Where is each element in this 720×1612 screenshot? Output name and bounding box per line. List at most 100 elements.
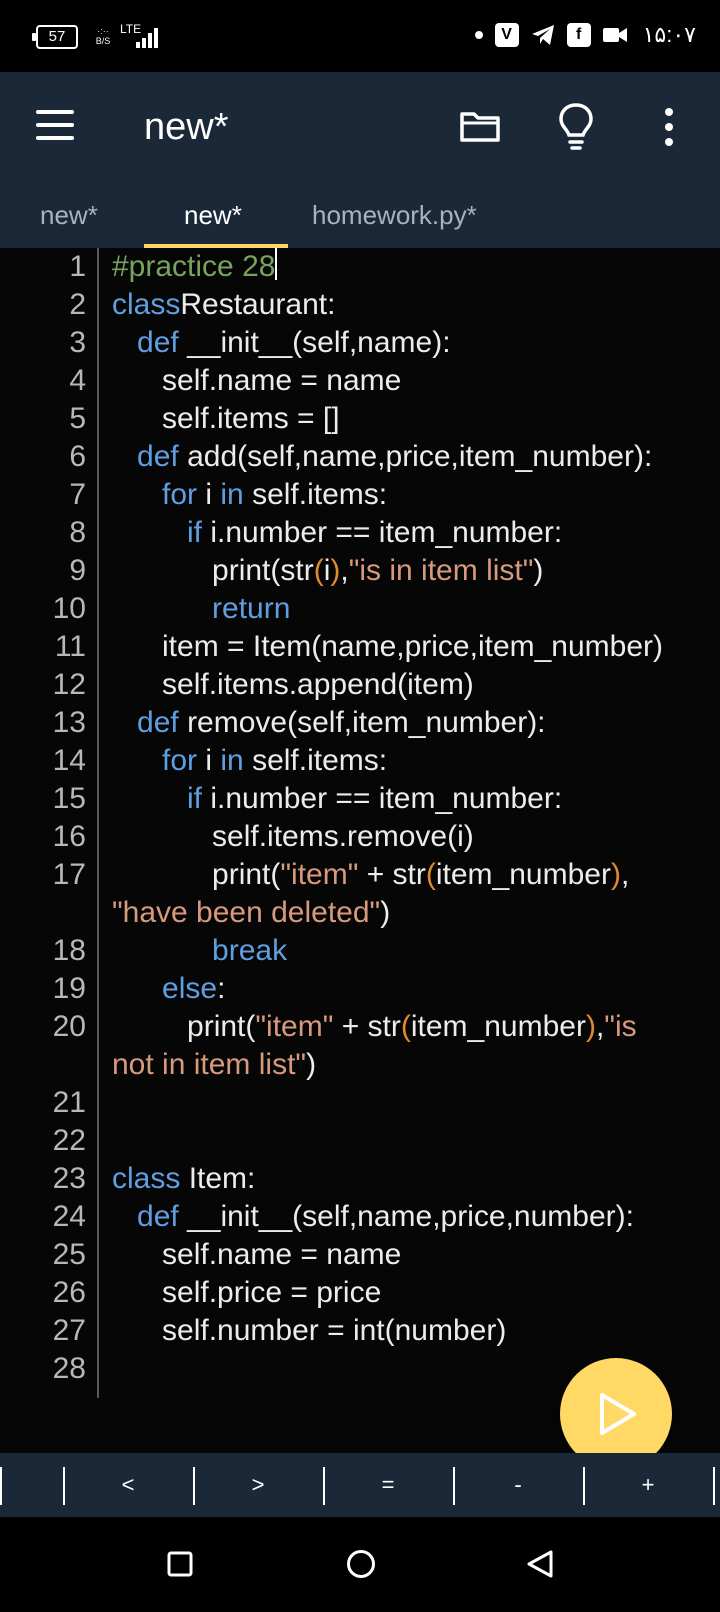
code-token: remove(self,item_number): [178,706,546,739]
code-text: print("item" + str(item_number),"is [112,1008,637,1046]
symbol-less-than[interactable]: < [63,1453,193,1517]
code-text: if i.number == item_number: [112,780,562,818]
facebook-icon: f [566,23,591,47]
code-token: + str [358,858,426,891]
code-text: "have been deleted") [112,894,390,932]
code-token: else [162,972,218,1005]
code-text: return [112,590,290,628]
code-token: for [162,478,198,511]
page-title: new* [144,106,229,148]
code-token: Restaurant: [180,288,336,321]
code-line: 17 print("item" + str(item_number), [0,856,720,894]
app-bar: new* [0,72,720,182]
symbol-greater-than[interactable]: > [193,1453,323,1517]
line-number: 10 [52,592,86,625]
symbol-bar: < > = - + [0,1453,720,1517]
tab-new-2[interactable]: new* [184,182,242,248]
code-text: self.number = int(number) [112,1312,506,1350]
recents-square-icon[interactable] [167,1551,193,1577]
notification-dot-icon [474,31,483,39]
code-token: print(str [112,554,314,587]
line-number: 13 [52,706,86,739]
tab-new-1[interactable]: new* [40,182,98,248]
code-token: self.items.remove(i) [112,820,474,853]
code-text: else: [112,970,225,1008]
more-options-icon[interactable] [662,108,674,148]
code-text: classRestaurant: [112,286,335,324]
code-token: in [220,478,244,511]
symbol-equals[interactable]: = [323,1453,453,1517]
line-number: 27 [52,1314,86,1347]
file-tabs: new* new* homework.py* [0,182,720,248]
line-number: 6 [69,440,86,473]
v-app-icon: V [494,23,519,47]
back-triangle-icon[interactable] [526,1550,554,1578]
line-number: 25 [52,1238,86,1271]
code-line: 2 classRestaurant: [0,286,720,324]
line-number: 23 [52,1162,86,1195]
line-number: 7 [69,478,86,511]
line-number: 1 [69,250,86,283]
code-token: if [187,782,203,815]
code-token: class [112,288,181,321]
symbol-plus[interactable]: + [583,1453,713,1517]
code-line: not in item list") [0,1046,720,1084]
tab-homework[interactable]: homework.py* [312,182,477,248]
line-number: 12 [52,668,86,701]
code-token: item = Item(name,price,item_number) [112,630,664,663]
code-token: "is [604,1010,637,1043]
code-text: def remove(self,item_number): [112,704,546,742]
code-token: if [187,516,203,549]
code-token: def [137,326,179,359]
code-line: 12 self.items.append(item) [0,666,720,704]
code-token: item_number [410,1010,586,1043]
code-line: 25 self.name = name [0,1236,720,1274]
hamburger-menu-icon[interactable] [36,110,74,140]
line-number: 14 [52,744,86,777]
code-token: ( [425,858,436,891]
symbol-minus[interactable]: - [453,1453,583,1517]
code-token: ) [306,1048,317,1081]
code-token: __init__(self,name): [178,326,451,359]
code-token: __init__(self,name,price,number): [178,1200,634,1233]
code-token: i [197,478,221,511]
code-token: ) [330,554,341,587]
code-token: self.items.append(item) [112,668,474,701]
code-token: for [162,744,198,777]
code-editor[interactable]: 1 #practice 28 2 classRestaurant: 3 def __in… [0,248,720,1453]
code-line: 14 for i in self.items: [0,742,720,780]
line-number: 8 [69,516,86,549]
line-number: 16 [52,820,86,853]
line-number: 5 [69,402,86,435]
home-circle-icon[interactable] [346,1549,376,1579]
code-token: Item: [180,1162,256,1195]
line-number: 3 [69,326,86,359]
code-token: ( [400,1010,411,1043]
code-text: self.name = name [112,362,401,400]
code-token: self.items: [243,478,388,511]
folder-icon[interactable] [460,110,500,142]
code-token: ) [380,896,391,929]
line-number: 11 [54,630,86,663]
code-text: self.items = [] [112,400,340,438]
code-token: def [137,1200,179,1233]
code-text: print("item" + str(item_number), [112,856,629,894]
code-text: not in item list") [112,1046,316,1084]
code-line: 20 print("item" + str(item_number),"is [0,1008,720,1046]
code-text: item = Item(name,price,item_number) [112,628,663,666]
code-token: not in item list" [112,1048,307,1081]
code-text: if i.number == item_number: [112,514,562,552]
code-line: 5 self.items = [] [0,400,720,438]
code-text: #practice 28 [112,248,278,286]
line-number: 19 [52,972,86,1005]
play-icon [600,1393,636,1435]
code-token: self.name = name [112,1238,402,1271]
lightbulb-icon[interactable] [558,102,594,150]
battery-indicator: 57 [32,25,78,49]
system-nav-bar [0,1517,720,1612]
code-line: 21 [0,1084,720,1122]
